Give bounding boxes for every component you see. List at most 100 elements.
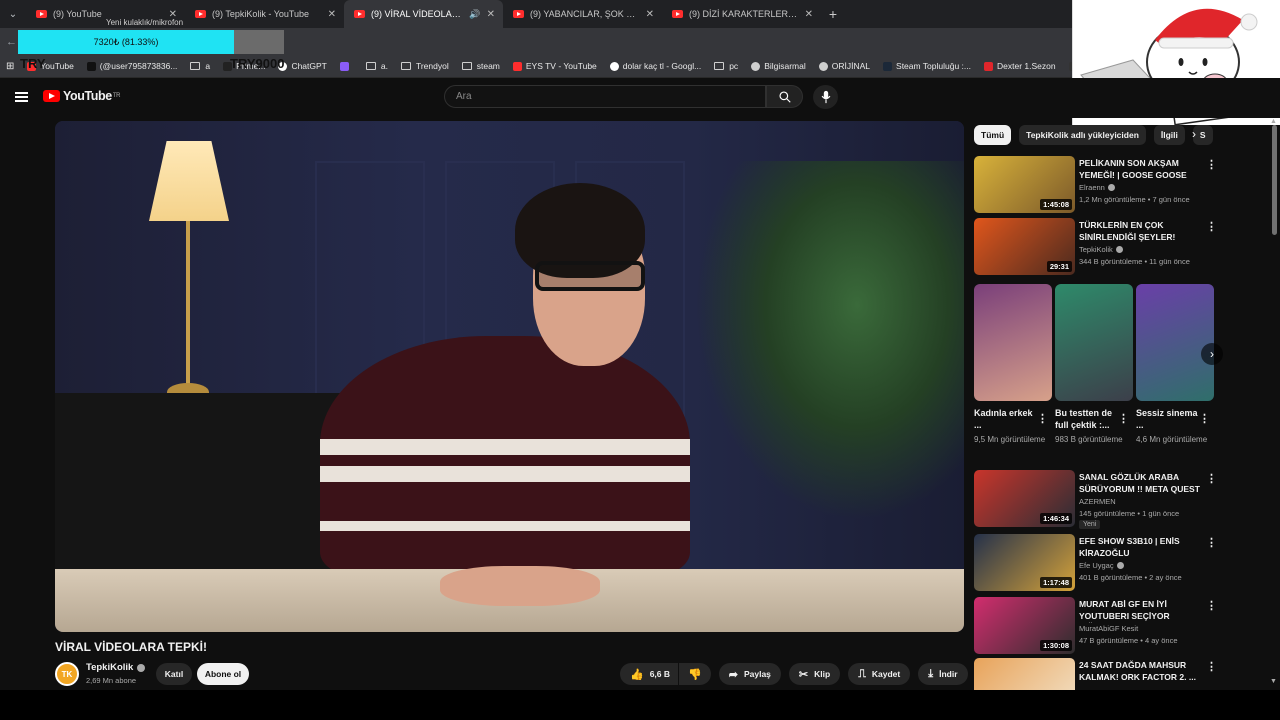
bookmark-item[interactable]: ChatGPT bbox=[278, 61, 327, 71]
more-options-icon[interactable]: ⋮ bbox=[1118, 412, 1129, 425]
apps-grid-icon[interactable]: ⊞ bbox=[6, 61, 14, 72]
short-video[interactable]: Kadınla erkek ... 9,5 Mn görüntüleme ⋮ bbox=[974, 284, 1052, 445]
search-input[interactable]: Ara bbox=[444, 85, 766, 108]
recommended-video[interactable]: 1:30:08 MURAT ABİ GF EN İYİ YOUTUBERI SEÇ… bbox=[974, 597, 1274, 655]
verified-check-icon bbox=[1115, 246, 1123, 253]
video-thumbnail[interactable]: 1:30:08 bbox=[974, 597, 1075, 654]
short-thumbnail[interactable] bbox=[1136, 284, 1214, 401]
chips-next-chevron-icon[interactable]: › bbox=[1192, 127, 1196, 141]
download-button[interactable]: ⤓ İndir bbox=[918, 663, 968, 685]
short-video[interactable]: Sessiz sinema ... 4,6 Mn görüntüleme ⋮ bbox=[1136, 284, 1214, 445]
video-title[interactable]: MURAT ABİ GF EN İYİ YOUTUBERI SEÇİYOR (S… bbox=[1079, 599, 1201, 623]
short-thumbnail[interactable] bbox=[1055, 284, 1133, 401]
channel-avatar[interactable]: TK bbox=[55, 662, 79, 686]
tab-search-chevron-icon[interactable]: ⌄ bbox=[0, 0, 26, 28]
bookmark-item[interactable]: Steam Topluluğu :... bbox=[883, 61, 971, 71]
video-title[interactable]: 24 SAAT DAĞDA MAHSUR KALMAK! ORK FACTOR … bbox=[1079, 660, 1201, 683]
bookmark-item[interactable]: steam bbox=[461, 61, 500, 71]
short-title[interactable]: Kadınla erkek ... bbox=[974, 407, 1036, 431]
menu-hamburger-icon[interactable] bbox=[15, 92, 28, 102]
bookmark-item[interactable]: ORİJİNAL bbox=[818, 61, 870, 71]
video-title[interactable]: TÜRKLERİN EN ÇOK SİNİRLENDİĞİ ŞEYLER! bbox=[1079, 220, 1201, 243]
audio-device-tooltip: Yeni kulaklık/mikrofon bbox=[106, 18, 184, 27]
clip-button[interactable]: ✂ Klip bbox=[788, 663, 841, 685]
bookmark-item[interactable]: dolar kaç tl - Googl... bbox=[609, 61, 701, 71]
channel-name[interactable]: MuratAbiGF Kesit bbox=[1079, 624, 1138, 633]
save-button[interactable]: ⎍ Kaydet bbox=[848, 663, 911, 685]
more-options-icon[interactable]: ⋮ bbox=[1199, 412, 1210, 425]
more-options-icon[interactable]: ⋮ bbox=[1206, 660, 1217, 673]
video-thumbnail[interactable]: 1:45:08 bbox=[974, 156, 1075, 213]
short-title[interactable]: Sessiz sinema ... bbox=[1136, 407, 1198, 431]
bookmark-item[interactable]: Dexter 1.Sezon bbox=[984, 61, 1056, 71]
bookmark-label: (@user795873836... bbox=[99, 61, 178, 71]
video-thumbnail[interactable]: 29:31 bbox=[974, 218, 1075, 275]
shorts-shelf: Kadınla erkek ... 9,5 Mn görüntüleme ⋮ Bu t… bbox=[974, 284, 1215, 474]
channel-name[interactable]: Elraenn bbox=[1079, 183, 1115, 192]
video-thumbnail[interactable]: 1:46:34 bbox=[974, 470, 1075, 527]
bookmark-item[interactable]: (@user795873836... bbox=[86, 61, 178, 71]
more-options-icon[interactable]: ⋮ bbox=[1206, 599, 1217, 612]
more-options-icon[interactable]: ⋮ bbox=[1206, 220, 1217, 233]
recommended-video[interactable]: 29:31 TÜRKLERİN EN ÇOK SİNİRLENDİĞİ ŞEYLE… bbox=[974, 218, 1274, 276]
sidebar-scrollbar[interactable] bbox=[1272, 125, 1277, 235]
browser-tab[interactable]: (9) VİRAL VİDEOLARA TEPKİ 🔊 ✕ bbox=[344, 0, 503, 28]
microphone-icon bbox=[821, 90, 830, 104]
more-options-icon[interactable]: ⋮ bbox=[1206, 158, 1217, 171]
video-title[interactable]: SANAL GÖZLÜK ARABA SÜRÜYORUM !! META QUE… bbox=[1079, 472, 1201, 496]
new-tab-button[interactable]: + bbox=[821, 6, 845, 22]
bookmark-item[interactable]: a bbox=[190, 61, 210, 71]
browser-tab[interactable]: (9) DİZİ KARAKTERLERİNİN FAV ✕ bbox=[662, 0, 821, 28]
bookmark-item[interactable]: Trendyol bbox=[400, 61, 449, 71]
filter-chip[interactable]: İlgili bbox=[1153, 125, 1185, 145]
join-button[interactable]: Katıl bbox=[156, 663, 192, 685]
short-thumbnail[interactable] bbox=[974, 284, 1052, 401]
short-title[interactable]: Bu testten de full çektik :... bbox=[1055, 407, 1117, 431]
close-tab-icon[interactable]: ✕ bbox=[646, 9, 654, 20]
channel-name-text: AZERMEN bbox=[1079, 497, 1116, 506]
short-video[interactable]: Bu testten de full çektik :... 983 B görü… bbox=[1055, 284, 1133, 445]
subscribe-button[interactable]: Abone ol bbox=[197, 663, 249, 685]
speaker-icon[interactable]: 🔊 bbox=[469, 9, 480, 20]
channel-name[interactable]: TepkiKolik bbox=[86, 662, 146, 673]
more-options-icon[interactable]: ⋮ bbox=[1037, 412, 1048, 425]
close-tab-icon[interactable]: ✕ bbox=[805, 9, 813, 20]
scroll-down-icon[interactable]: ▼ bbox=[1270, 678, 1277, 685]
voice-search-button[interactable] bbox=[813, 85, 838, 109]
more-options-icon[interactable]: ⋮ bbox=[1206, 536, 1217, 549]
scroll-up-icon[interactable]: ▲ bbox=[1270, 118, 1277, 125]
video-title[interactable]: EFE SHOW S3B10 | ENİS KİRAZOĞLU bbox=[1079, 536, 1201, 559]
share-button[interactable]: ➦ Paylaş bbox=[718, 663, 781, 685]
youtube-logo[interactable]: YouTube TR bbox=[43, 89, 120, 103]
bookmark-item[interactable] bbox=[339, 61, 353, 71]
bookmark-item[interactable]: pc bbox=[714, 61, 738, 71]
bookmark-item[interactable]: EYS TV - YouTube bbox=[512, 61, 597, 71]
filter-chip[interactable]: TepkiKolik adlı yükleyiciden bbox=[1019, 125, 1146, 145]
short-views: 983 B görüntüleme bbox=[1055, 435, 1123, 444]
bookmark-item[interactable]: Bilgisarmal bbox=[751, 61, 806, 71]
close-tab-icon[interactable]: ✕ bbox=[487, 9, 495, 20]
video-title[interactable]: PELİKANIN SON AKŞAM YEMEĞİ! | GOOSE GOOS… bbox=[1079, 158, 1201, 182]
recommended-video[interactable]: 1:17:48 EFE SHOW S3B10 | ENİS KİRAZOĞLU Ef… bbox=[974, 534, 1274, 592]
channel-name[interactable]: TepkiKolik bbox=[1079, 245, 1123, 254]
recommended-video[interactable]: 1:45:08 PELİKANIN SON AKŞAM YEMEĞİ! | GOO… bbox=[974, 156, 1274, 214]
close-tab-icon[interactable]: ✕ bbox=[328, 9, 336, 20]
bookmark-item[interactable]: a. bbox=[365, 61, 388, 71]
filter-chip[interactable]: Tümü bbox=[974, 125, 1012, 145]
download-label: İndir bbox=[939, 669, 958, 679]
like-button[interactable]: 👍 6,6 B bbox=[620, 663, 679, 685]
video-player[interactable] bbox=[55, 121, 964, 632]
search-button[interactable] bbox=[766, 85, 803, 108]
more-options-icon[interactable]: ⋮ bbox=[1206, 472, 1217, 485]
browser-tab[interactable]: (9) TepkiKolik - YouTube ✕ bbox=[185, 0, 344, 28]
thumbs-up-icon: 👍 bbox=[630, 668, 644, 681]
browser-tab[interactable]: (9) YABANCILAR, ŞOK OLDUKLA ✕ bbox=[503, 0, 662, 28]
video-meta: 1,2 Mn görüntüleme • 7 gün önce bbox=[1079, 195, 1190, 204]
shorts-next-chevron-icon[interactable]: › bbox=[1201, 343, 1223, 365]
recommended-video[interactable]: 1:46:34 SANAL GÖZLÜK ARABA SÜRÜYORUM !! M… bbox=[974, 470, 1274, 529]
channel-name[interactable]: Efe Uygaç bbox=[1079, 561, 1124, 570]
video-thumbnail[interactable]: 1:17:48 bbox=[974, 534, 1075, 591]
channel-name[interactable]: AZERMEN bbox=[1079, 497, 1116, 506]
video-duration: 29:31 bbox=[1046, 261, 1072, 272]
dislike-button[interactable]: 👎 bbox=[679, 663, 711, 685]
